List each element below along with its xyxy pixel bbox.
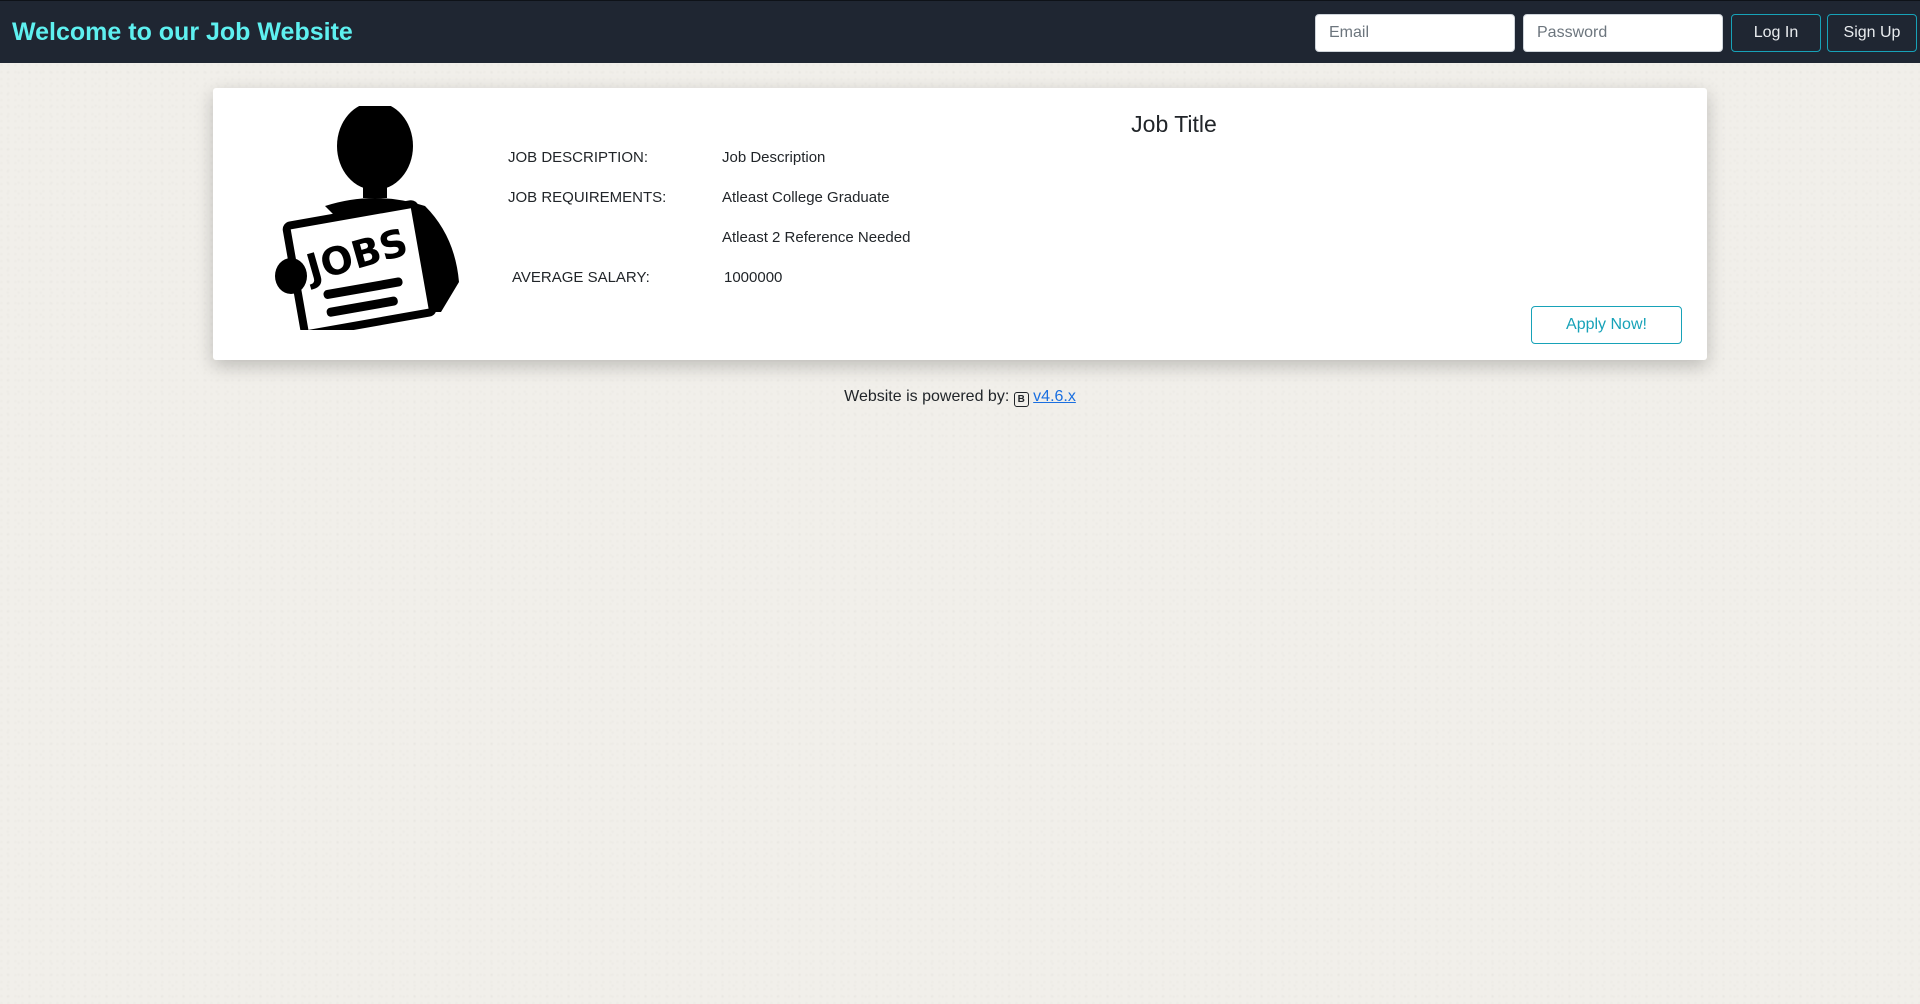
salary-label: AVERAGE SALARY: <box>512 269 650 286</box>
login-button[interactable]: Log In <box>1731 14 1821 52</box>
description-label: JOB DESCRIPTION: <box>508 149 649 166</box>
job-title: Job Title <box>1131 111 1217 137</box>
site-brand[interactable]: Welcome to our Job Website <box>12 18 353 47</box>
requirement-item: Atleast College Graduate <box>722 189 890 206</box>
footer: Website is powered by: B v4.6.x <box>0 388 1920 407</box>
password-input[interactable] <box>1523 14 1723 52</box>
apply-now-button[interactable]: Apply Now! <box>1531 306 1682 344</box>
requirements-label: JOB REQUIREMENTS: <box>508 189 667 206</box>
signup-button[interactable]: Sign Up <box>1827 14 1917 52</box>
requirement-item: Atleast 2 Reference Needed <box>722 229 911 246</box>
description-value: Job Description <box>722 149 826 166</box>
salary-value: 1000000 <box>724 269 783 286</box>
bootstrap-icon: B <box>1013 392 1029 407</box>
email-input[interactable] <box>1315 14 1515 52</box>
job-card: JOBS Job Title JOB DESCRIPTION: Job Desc… <box>213 88 1707 360</box>
footer-text: Website is powered by: <box>844 388 1010 405</box>
bootstrap-version-link[interactable]: v4.6.x <box>1033 388 1076 405</box>
jobs-person-icon: JOBS <box>275 106 459 330</box>
top-navbar: Welcome to our Job Website Log In Sign U… <box>0 0 1920 63</box>
